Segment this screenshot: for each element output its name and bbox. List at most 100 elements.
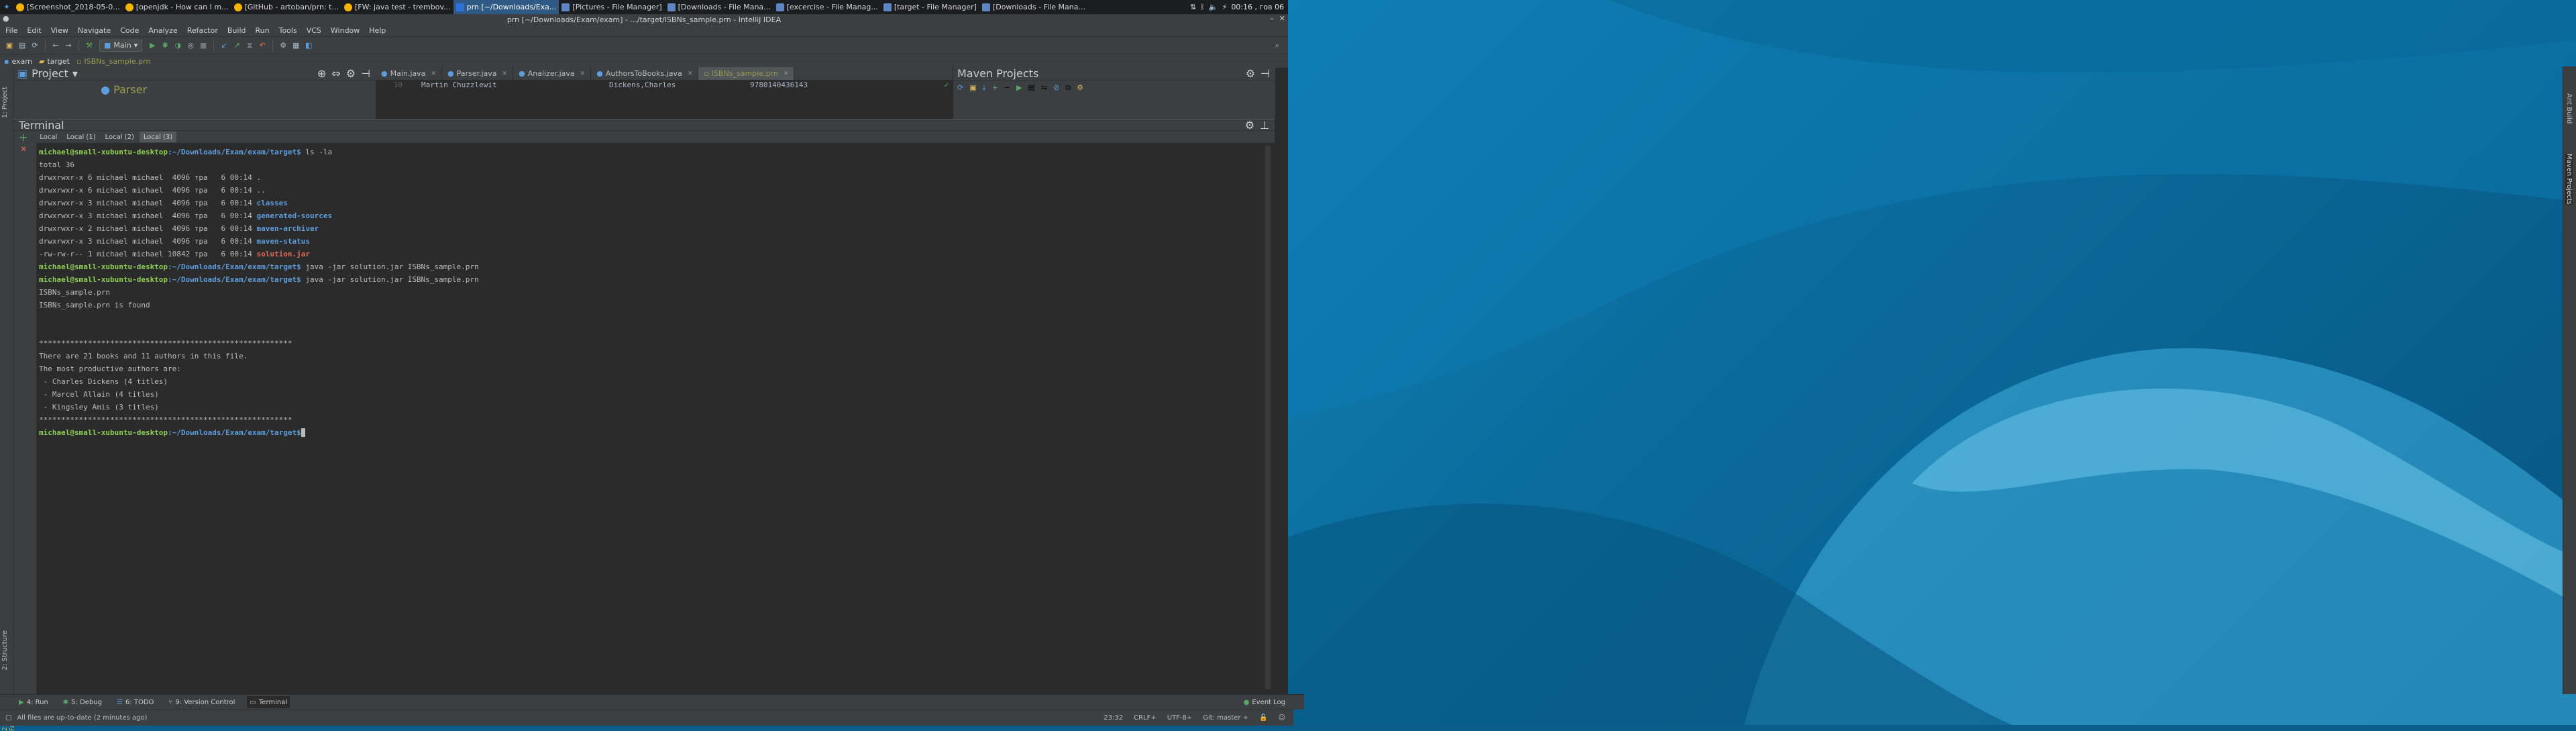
terminal-tab[interactable]: Local (1) — [62, 132, 99, 142]
menu-file[interactable]: File — [5, 26, 17, 35]
stop-icon[interactable]: ■ — [198, 40, 209, 51]
editor-tab[interactable]: ● Parser.java ✕ — [442, 67, 514, 80]
menu-tools[interactable]: Tools — [279, 26, 297, 35]
minimize-icon[interactable]: – — [1270, 14, 1274, 23]
save-all-icon[interactable]: ▤ — [17, 40, 28, 51]
tool-tab-event-log[interactable]: ● Event Log — [1241, 696, 1288, 708]
project-view-label[interactable]: Project — [32, 67, 68, 80]
close-icon[interactable]: ✕ — [502, 70, 508, 77]
project-tree-item[interactable]: ● Parser — [13, 81, 376, 96]
gear-icon[interactable]: ⚙ — [346, 67, 356, 80]
terminal-scrollbar[interactable] — [1265, 146, 1271, 689]
file-encoding[interactable]: UTF-8÷ — [1167, 714, 1193, 722]
execute-icon[interactable]: ▤ — [1028, 83, 1034, 93]
breadcrumb-item[interactable]: ▫ ISBNs_sample.prn — [76, 57, 150, 66]
menu-window[interactable]: Window — [331, 26, 360, 35]
skip-tests-icon[interactable]: ⊘ — [1053, 83, 1059, 93]
profile-icon[interactable]: ◎ — [185, 40, 196, 51]
tool-tab-debug[interactable]: ✱ 5: Debug — [60, 696, 105, 708]
network-icon[interactable]: ⇅ — [1190, 3, 1196, 11]
line-separator[interactable]: CRLF÷ — [1134, 714, 1157, 722]
add-icon[interactable]: + — [992, 83, 998, 93]
vcs-revert-icon[interactable]: ↶ — [257, 40, 268, 51]
hide-icon[interactable]: ⊣ — [1260, 67, 1270, 80]
run-goal-icon[interactable]: ▶ — [1016, 83, 1022, 93]
editor-tab[interactable]: ● Main.java ✕ — [376, 67, 442, 80]
terminal-tab[interactable]: Local — [36, 132, 61, 142]
menu-navigate[interactable]: Navigate — [78, 26, 111, 35]
diagram-icon[interactable]: ⧉ — [1065, 83, 1071, 93]
back-icon[interactable]: ← — [50, 40, 61, 51]
task-item[interactable]: [Screenshot_2018-05-0... — [13, 0, 123, 14]
toggle-offline-icon[interactable]: ⇋ — [1041, 83, 1047, 93]
whisker-menu-icon[interactable]: ✦ — [0, 0, 13, 14]
run-config-selector[interactable]: ■ Main ▾ — [99, 39, 143, 52]
task-item[interactable]: [GitHub - artoban/prn: t... — [231, 0, 341, 14]
editor-tab-active[interactable]: ▫ ISBNs_sample.prn ✕ — [698, 67, 795, 80]
task-item[interactable]: [Downloads - File Mana... — [665, 0, 773, 14]
git-branch[interactable]: Git: master ÷ — [1203, 714, 1248, 722]
build-icon[interactable]: ⚒ — [84, 40, 95, 51]
tool-tab-project[interactable]: 1: Project — [1, 87, 9, 118]
tool-tab-version-control[interactable]: ⑂ 9: Version Control — [166, 696, 237, 708]
close-icon[interactable]: ✕ — [580, 70, 586, 77]
editor-tab[interactable]: ● AuthorsToBooks.java ✕ — [591, 67, 699, 80]
menu-run[interactable]: Run — [256, 26, 270, 35]
menu-vcs[interactable]: VCS — [307, 26, 321, 35]
task-item[interactable]: [target - File Manager] — [881, 0, 979, 14]
settings-icon[interactable]: ⚙ — [278, 40, 288, 51]
tool-tab-terminal[interactable]: ▭ Terminal — [247, 696, 290, 708]
bluetooth-icon[interactable]: ᛒ — [1200, 3, 1205, 11]
settings-icon[interactable]: ⚙ — [1077, 83, 1083, 93]
menu-view[interactable]: View — [51, 26, 68, 35]
tool-tab-maven-projects[interactable]: Maven Projects — [2565, 154, 2573, 205]
search-icon[interactable]: ⌕ — [1272, 40, 1283, 51]
debug-icon[interactable]: ✱ — [160, 40, 170, 51]
gear-icon[interactable]: ⚙ — [1246, 67, 1255, 80]
remove-icon[interactable]: − — [1004, 83, 1010, 93]
lock-icon[interactable]: 🔓 — [1259, 714, 1267, 722]
menu-build[interactable]: Build — [227, 26, 246, 35]
task-item-active[interactable]: prn [~/Downloads/Exa... — [453, 0, 559, 14]
collapse-icon[interactable]: ⇔ — [331, 67, 340, 80]
menu-analyze[interactable]: Analyze — [148, 26, 177, 35]
reimport-icon[interactable]: ⟳ — [957, 83, 963, 93]
terminal-tab-active[interactable]: Local (3) — [139, 132, 177, 142]
gear-icon[interactable]: ⚙ — [1245, 119, 1254, 132]
task-item[interactable]: [excercise - File Manag... — [773, 0, 881, 14]
hide-icon[interactable]: ⊣ — [361, 67, 370, 80]
tool-windows-icon[interactable]: ▢ — [5, 714, 11, 722]
tool-tab-todo[interactable]: ☰ 6: TODO — [114, 696, 156, 708]
window-menu-icon[interactable]: ● — [3, 14, 9, 23]
menu-help[interactable]: Help — [369, 26, 386, 35]
task-item[interactable]: [openjdk - How can I m... — [123, 0, 231, 14]
hide-icon[interactable]: ⊥ — [1260, 119, 1269, 132]
close-session-icon[interactable]: ✕ — [20, 144, 27, 154]
vcs-update-icon[interactable]: ↙ — [219, 40, 229, 51]
new-session-icon[interactable]: + — [19, 131, 28, 144]
vcs-history-icon[interactable]: ⧖ — [244, 40, 255, 51]
editor-tab[interactable]: ● Analizer.java ✕ — [513, 67, 592, 80]
task-item[interactable]: [Downloads - File Mana... — [979, 0, 1088, 14]
open-folder-icon[interactable]: ▣ — [4, 40, 15, 51]
sync-icon[interactable]: ⟳ — [30, 40, 40, 51]
volume-icon[interactable]: 🔈 — [1209, 3, 1218, 11]
caret-position[interactable]: 23:32 — [1104, 714, 1123, 722]
menu-code[interactable]: Code — [120, 26, 139, 35]
terminal-output[interactable]: michael@small-xubuntu-desktop:~/Download… — [39, 146, 1267, 683]
menu-refactor[interactable]: Refactor — [187, 26, 218, 35]
forward-icon[interactable]: → — [63, 40, 74, 51]
terminal-tab[interactable]: Local (2) — [101, 132, 138, 142]
close-icon[interactable]: ✕ — [784, 70, 789, 77]
vcs-commit-icon[interactable]: ↗ — [231, 40, 242, 51]
breadcrumb-item[interactable]: ▪ exam — [4, 57, 32, 66]
close-icon[interactable]: ✕ — [688, 70, 693, 77]
coverage-icon[interactable]: ◑ — [172, 40, 183, 51]
power-icon[interactable]: ⚡ — [1222, 3, 1228, 11]
menu-edit[interactable]: Edit — [27, 26, 41, 35]
task-item[interactable]: [Pictures - File Manager] — [559, 0, 664, 14]
editor-area[interactable]: 10 Martin Chuzzlewit Dickens,Charles 978… — [376, 80, 953, 119]
locate-icon[interactable]: ⊕ — [317, 67, 326, 80]
sdk-icon[interactable]: ◧ — [303, 40, 314, 51]
tool-tab-run[interactable]: ▶ 4: Run — [16, 696, 51, 708]
